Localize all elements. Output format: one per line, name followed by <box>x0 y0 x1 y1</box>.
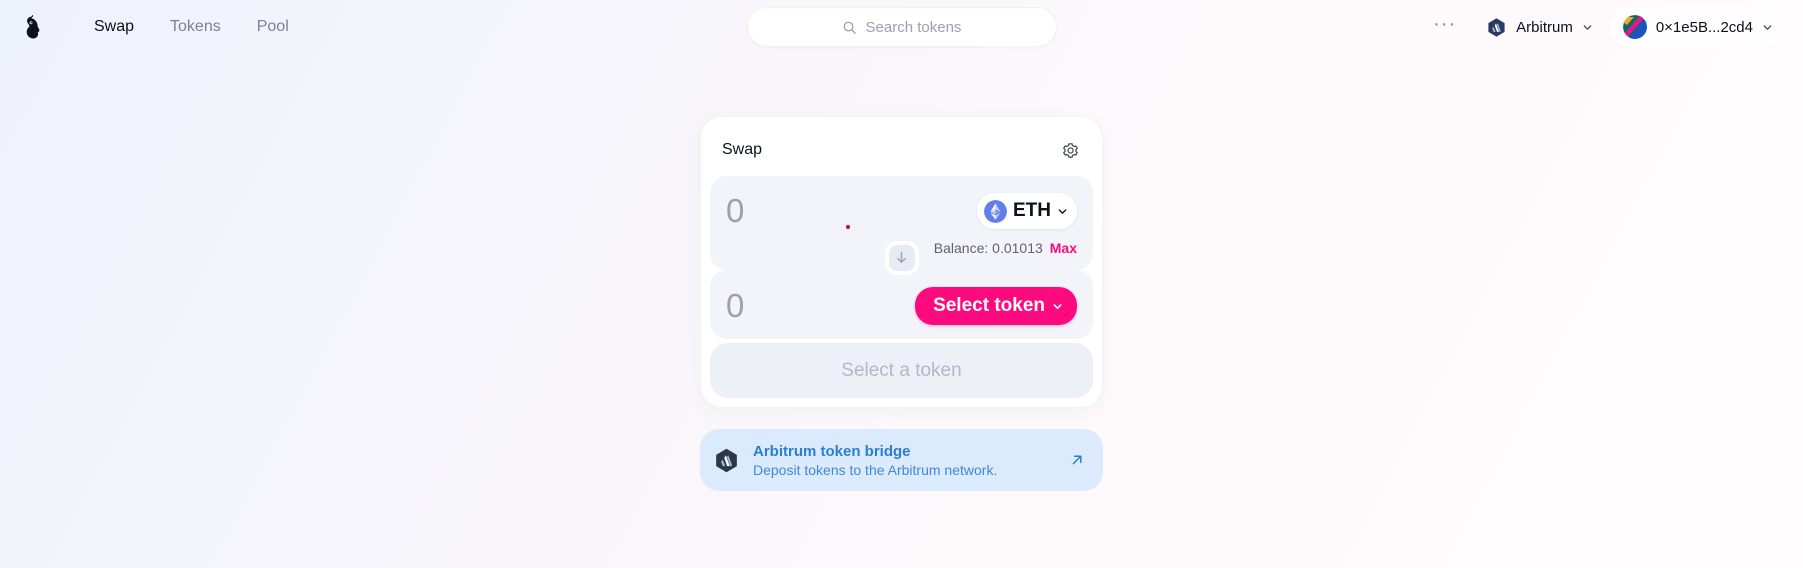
nav-item-tokens[interactable]: Tokens <box>156 10 235 44</box>
swap-output-panel: 0 Select token <box>710 270 1093 340</box>
output-row: 0 Select token <box>726 287 1077 326</box>
chain-label: Arbitrum <box>1516 18 1573 36</box>
input-token-symbol: ETH <box>1013 200 1051 222</box>
max-button[interactable]: Max <box>1050 240 1077 256</box>
select-token-label: Select token <box>933 295 1045 317</box>
chevron-down-icon <box>1583 24 1592 30</box>
ethereum-logo-icon <box>984 199 1007 223</box>
nav-item-pool[interactable]: Pool <box>243 10 303 44</box>
input-token-selector[interactable]: ETH <box>977 193 1077 230</box>
wallet-avatar <box>1622 15 1647 39</box>
settings-gear-button[interactable] <box>1057 137 1083 163</box>
gear-icon <box>1062 142 1078 158</box>
input-balance-label: Balance: 0.01013 <box>933 239 1043 256</box>
uniswap-logo[interactable] <box>14 6 56 48</box>
swap-card: Swap 0 ETH Balance: 0.01013 Max 0 Select… <box>700 116 1103 409</box>
nav-item-swap[interactable]: Swap <box>80 10 148 44</box>
arrow-down-icon <box>897 251 906 264</box>
chevron-down-icon <box>1058 208 1067 214</box>
swap-direction-button[interactable] <box>884 240 919 275</box>
arbitrum-logo-icon <box>1488 17 1505 37</box>
swap-cta-button[interactable]: Select a token <box>710 343 1093 399</box>
more-menu-button[interactable]: ··· <box>1421 11 1468 43</box>
search-placeholder: Search tokens <box>865 18 962 36</box>
arbitrum-bridge-banner[interactable]: Arbitrum token bridge Deposit tokens to … <box>700 429 1103 492</box>
avatar-icon <box>1622 15 1647 39</box>
chevron-down-icon <box>1763 24 1772 30</box>
output-amount-field[interactable]: 0 <box>726 287 905 324</box>
wallet-button[interactable]: 0×1e5B...2cd4 <box>1610 7 1785 47</box>
swap-card-header: Swap <box>710 126 1093 176</box>
swap-title: Swap <box>722 141 763 158</box>
external-link-arrow-icon <box>1072 455 1082 465</box>
swap-panels: 0 ETH Balance: 0.01013 Max 0 Select toke… <box>710 176 1093 340</box>
search-container: Search tokens <box>746 7 1057 47</box>
search-input[interactable]: Search tokens <box>746 7 1057 47</box>
main-content: Swap 0 ETH Balance: 0.01013 Max 0 Select… <box>0 54 1803 492</box>
arbitrum-logo-icon <box>716 448 737 472</box>
wallet-address: 0×1e5B...2cd4 <box>1655 18 1753 36</box>
search-icon <box>843 21 856 34</box>
bridge-subtitle: Deposit tokens to the Arbitrum network. <box>753 461 998 478</box>
select-token-button[interactable]: Select token <box>915 287 1077 326</box>
input-amount-field[interactable]: 0 <box>726 192 967 229</box>
chain-selector[interactable]: Arbitrum <box>1474 7 1605 47</box>
balance-group: Balance: 0.01013 Max <box>934 240 1077 256</box>
input-row: 0 ETH <box>726 192 1077 230</box>
main-nav: Swap Tokens Pool <box>80 10 303 44</box>
app-header: Swap Tokens Pool Search tokens ··· Arbit… <box>0 0 1803 54</box>
uniswap-unicorn-icon <box>26 15 40 39</box>
bridge-title: Arbitrum token bridge <box>753 442 911 460</box>
header-actions: ··· Arbitrum 0×1e5B...2cd4 <box>1421 7 1785 47</box>
chevron-down-icon <box>1053 303 1062 309</box>
bridge-text-group: Arbitrum token bridge Deposit tokens to … <box>753 443 997 478</box>
